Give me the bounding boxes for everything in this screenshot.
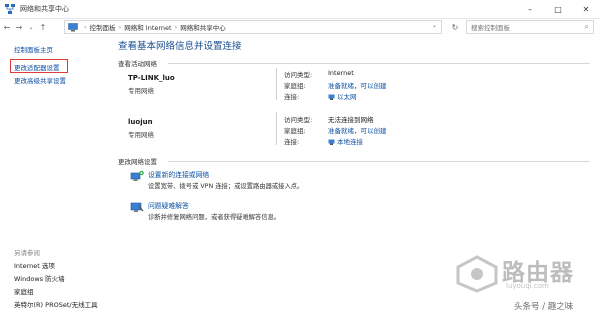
change-settings-heading: 更改网络设置 [118, 158, 157, 166]
troubleshoot-icon [130, 202, 144, 212]
network-center-icon [5, 4, 15, 14]
search-input[interactable]: 搜索控制面板 ⌕ [466, 20, 594, 34]
breadcrumb-network-sharing-center[interactable]: 网络和共享中心 [180, 22, 226, 32]
minimize-button[interactable]: – [516, 0, 544, 19]
refresh-icon[interactable]: ↻ [448, 20, 462, 34]
divider [168, 161, 590, 162]
sidebar: 控制面板主页 更改适配器设置 更改高级共享设置 另请参阅 Internet 选项… [0, 36, 110, 317]
divider [276, 68, 277, 100]
title-bar: 网络和共享中心 [0, 0, 600, 19]
search-icon[interactable]: ⌕ [585, 22, 589, 32]
access-type-value: Internet [328, 69, 354, 77]
homegroup-link[interactable]: 准备就绪，可以创建 [328, 125, 387, 135]
see-also-intel-proset[interactable]: 英特尔(R) PROSet/无线工具 [14, 299, 98, 309]
connection-label: 连接: [284, 138, 300, 146]
breadcrumb-control-panel[interactable]: 控制面板 [90, 22, 116, 32]
network-name: TP-LINK_luo [128, 74, 175, 82]
troubleshoot-link[interactable]: 问题疑难解答 [148, 200, 189, 210]
breadcrumb-separator: › [84, 23, 87, 31]
network-type[interactable]: 专用网络 [128, 85, 154, 95]
breadcrumb-network-internet[interactable]: 网络和 Internet [124, 22, 171, 32]
maximize-button[interactable]: □ [544, 0, 572, 19]
connection-label: 连接: [284, 93, 300, 101]
back-arrow-icon[interactable]: ← [2, 23, 12, 32]
see-also-internet-options[interactable]: Internet 选项 [14, 260, 55, 270]
divider [276, 112, 277, 145]
setup-new-connection-link[interactable]: 设置新的连接或网络 [148, 169, 209, 179]
window-title: 网络和共享中心 [20, 5, 69, 13]
see-also-heading: 另请参阅 [14, 249, 40, 257]
recent-dropdown-icon[interactable]: ⌄ [26, 24, 36, 31]
page-title: 查看基本网络信息并设置连接 [118, 41, 242, 52]
see-also-homegroup[interactable]: 家庭组 [14, 286, 34, 296]
homegroup-label: 家庭组: [284, 82, 306, 90]
task-description: 诊断并修复网络问题，或者获得疑难解答信息。 [148, 214, 281, 221]
sidebar-link-control-panel-home[interactable]: 控制面板主页 [14, 44, 53, 54]
search-placeholder: 搜索控制面板 [471, 24, 510, 32]
close-button[interactable]: ✕ [572, 0, 600, 19]
address-field[interactable]: › 控制面板 › 网络和 Internet › 网络和共享中心 ⌄ [64, 20, 442, 34]
connection-name: 本地连接 [337, 138, 363, 146]
forward-arrow-icon[interactable]: → [14, 23, 24, 32]
watermark-url: luyouqi.com [506, 282, 549, 290]
breadcrumb-separator: › [174, 23, 178, 31]
up-arrow-icon[interactable]: ↑ [38, 23, 48, 32]
task-description: 设置宽带、拨号或 VPN 连接；或设置路由器或接入点。 [148, 183, 304, 190]
network-type[interactable]: 专用网络 [128, 129, 154, 139]
new-connection-icon [130, 170, 144, 181]
router-logo-icon [456, 255, 498, 293]
access-type-value: 无法连接到网络 [328, 116, 374, 124]
connection-name: 以太网 [337, 93, 357, 101]
address-dropdown-icon[interactable]: ⌄ [432, 22, 437, 29]
connection-link-ethernet[interactable]: 以太网 [328, 91, 357, 101]
homegroup-link[interactable]: 准备就绪，可以创建 [328, 80, 387, 90]
watermark-author: 头条号 / 趣之味 [514, 302, 574, 312]
access-type-label: 访问类型: [284, 116, 313, 124]
access-type-label: 访问类型: [284, 71, 313, 79]
divider [168, 63, 590, 64]
connection-link-local[interactable]: 本地连接 [328, 136, 363, 146]
active-networks-heading: 查看活动网络 [118, 60, 157, 68]
ethernet-icon [328, 94, 335, 100]
breadcrumb-separator: › [118, 23, 122, 31]
highlight-box [10, 59, 68, 73]
ethernet-icon [328, 139, 335, 145]
sidebar-link-advanced-sharing[interactable]: 更改高级共享设置 [14, 75, 66, 85]
homegroup-label: 家庭组: [284, 127, 306, 135]
network-name: luojun [128, 118, 153, 126]
control-panel-icon [68, 22, 78, 31]
see-also-windows-firewall[interactable]: Windows 防火墙 [14, 273, 65, 283]
